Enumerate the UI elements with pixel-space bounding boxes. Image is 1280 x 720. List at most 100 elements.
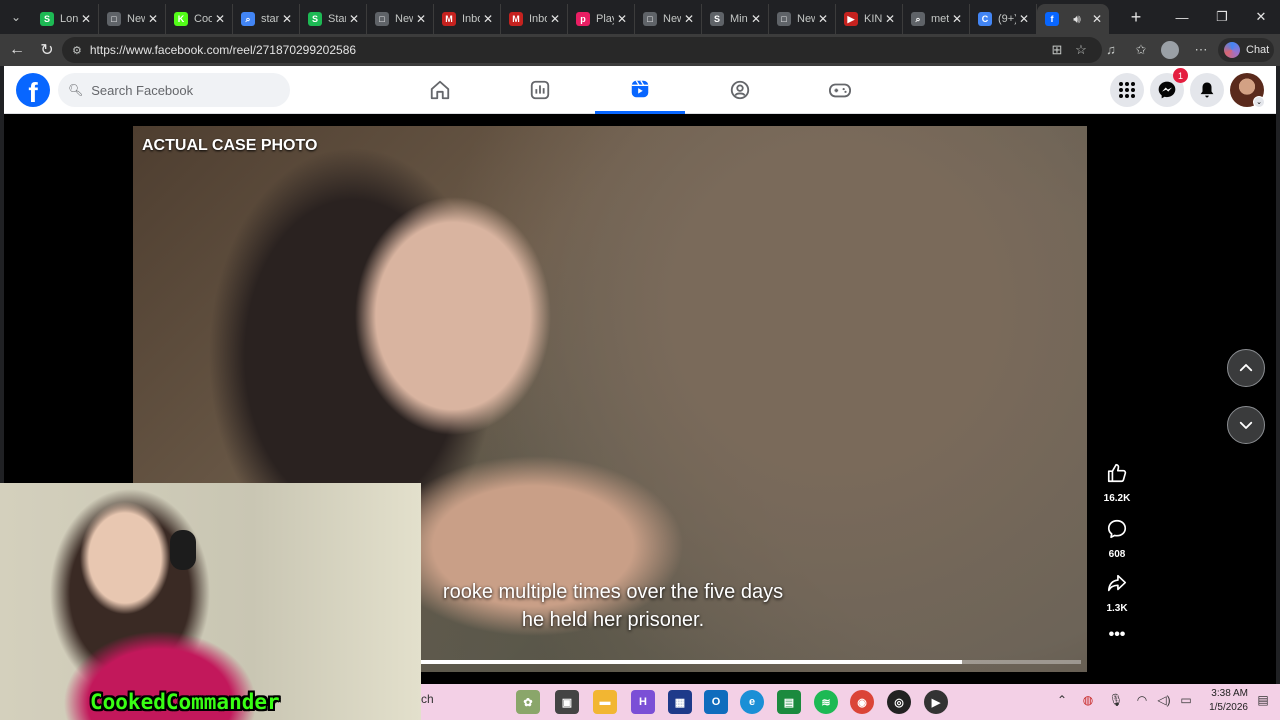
tab-close-icon[interactable]: ✕ [413, 12, 429, 26]
browser-tab[interactable]: f 🔊︎ ✕ [1037, 4, 1109, 34]
browser-tab[interactable]: ▶ KIN ✕ [836, 4, 903, 34]
browser-tab[interactable]: ⌕ met ✕ [903, 4, 970, 34]
tab-close-icon[interactable]: ✕ [480, 12, 496, 26]
back-button[interactable]: ← [2, 35, 32, 65]
browser-tab[interactable]: C (9+) ✕ [970, 4, 1037, 34]
tab-close-icon[interactable]: ✕ [212, 12, 228, 26]
tab-label: stan [261, 13, 279, 25]
file-explorer-icon[interactable]: ▬ [593, 690, 617, 714]
spotify-icon[interactable]: ≋ [814, 690, 838, 714]
previous-reel-button[interactable] [1227, 349, 1265, 387]
chrome-icon[interactable]: ◉ [850, 690, 874, 714]
battery-icon[interactable]: ▭ [1177, 693, 1195, 711]
like-button[interactable]: 16.2K [1096, 462, 1138, 504]
restore-button[interactable]: ❐ [1202, 0, 1242, 34]
video-progress-bar[interactable] [421, 660, 1081, 664]
store-icon[interactable]: ▦ [668, 690, 692, 714]
terminal-app-icon[interactable]: ▤ [777, 690, 801, 714]
tab-favicon-icon: C [978, 12, 992, 26]
browser-tab[interactable]: □ New✕ [99, 4, 166, 34]
messenger-icon [1158, 81, 1176, 99]
nav-reels[interactable] [595, 66, 685, 114]
browser-tab[interactable]: M Inbo✕ [501, 4, 568, 34]
taskbar-clock[interactable]: 3:38 AM 1/5/2026 [1200, 687, 1248, 715]
browser-profile-avatar[interactable] [1161, 41, 1179, 59]
nav-gaming[interactable] [795, 66, 885, 114]
notifications-button[interactable] [1190, 73, 1224, 107]
chat-label: Chat [1246, 44, 1270, 56]
tab-search-menu-icon[interactable]: ⌄ [0, 0, 32, 34]
read-aloud-icon[interactable]: ♫ [1102, 42, 1120, 60]
widgets-icon[interactable]: ✿ [516, 690, 540, 714]
nav-home[interactable] [395, 66, 485, 114]
tab-close-icon[interactable]: ✕ [279, 12, 295, 26]
share-button[interactable]: 1.3K [1096, 572, 1138, 614]
browser-tab[interactable]: □ New✕ [769, 4, 836, 34]
nav-dashboard[interactable] [495, 66, 585, 114]
media-player-icon[interactable]: ▶ [924, 690, 948, 714]
headset-shape [170, 530, 196, 570]
tab-close-icon[interactable]: ✕ [882, 12, 898, 26]
browser-tab[interactable]: S Lon ✕ [32, 4, 99, 34]
browser-tab[interactable]: M Inbo✕ [434, 4, 501, 34]
tab-close-icon[interactable]: ✕ [78, 12, 94, 26]
facebook-search-input[interactable]: 🔍︎ Search Facebook [58, 73, 290, 107]
tab-close-icon[interactable]: ✕ [547, 12, 563, 26]
video-subtitle: rooke multiple times over the five days … [403, 578, 823, 634]
tab-close-icon[interactable]: ✕ [681, 12, 697, 26]
browser-tab[interactable]: K Coo✕ [166, 4, 233, 34]
browser-tab[interactable]: S Min ✕ [702, 4, 769, 34]
hdr-app-icon[interactable]: H [631, 690, 655, 714]
tab-label: Inbo [529, 13, 547, 25]
tab-favicon-icon: f [1045, 12, 1059, 26]
edge-icon[interactable]: e [740, 690, 764, 714]
tab-close-icon[interactable]: ✕ [815, 12, 831, 26]
browser-tab[interactable]: p Play✕ [568, 4, 635, 34]
next-reel-button[interactable] [1227, 406, 1265, 444]
copilot-chat-button[interactable]: Chat [1218, 38, 1274, 62]
browser-tab[interactable]: □ New✕ [635, 4, 702, 34]
tab-close-icon[interactable]: ✕ [145, 12, 161, 26]
tab-close-icon[interactable]: ✕ [949, 12, 965, 26]
reload-button[interactable]: ↻ [32, 35, 62, 65]
tray-overflow-icon[interactable]: ⌃ [1053, 693, 1071, 711]
tab-favicon-icon: ⌕ [241, 12, 255, 26]
minimize-button[interactable]: — [1162, 0, 1202, 34]
tab-close-icon[interactable]: ✕ [1089, 12, 1105, 26]
close-window-button[interactable]: ✕ [1241, 0, 1280, 34]
video-progress-fill [421, 660, 963, 664]
tray-app-icon[interactable]: ◍ [1079, 693, 1097, 711]
taskbar-search-fragment[interactable]: ch [421, 692, 434, 706]
comment-button[interactable]: 608 [1096, 518, 1138, 560]
nav-groups[interactable] [695, 66, 785, 114]
tab-close-icon[interactable]: ✕ [1016, 12, 1032, 26]
browser-tab[interactable]: S Stan✕ [300, 4, 367, 34]
apps-icon[interactable]: ⊞ [1048, 42, 1066, 60]
tab-label: Inbo [462, 13, 480, 25]
outlook-icon[interactable]: O [704, 690, 728, 714]
tab-label: New [395, 13, 413, 25]
facebook-logo[interactable]: f [16, 73, 50, 107]
browser-tab[interactable]: □ New✕ [367, 4, 434, 34]
site-info-icon[interactable]: ⚙ [72, 44, 82, 57]
wifi-icon[interactable]: ◠ [1133, 693, 1151, 711]
more-options-icon[interactable]: ••• [1096, 626, 1138, 644]
account-chevron-icon[interactable]: ⌄ [1253, 96, 1265, 108]
chevron-down-icon [1239, 421, 1253, 429]
tab-audio-icon[interactable]: 🔊︎ [1069, 12, 1085, 27]
notification-center-icon[interactable]: ▤ [1254, 693, 1272, 711]
menu-button[interactable] [1110, 73, 1144, 107]
tab-close-icon[interactable]: ✕ [614, 12, 630, 26]
task-view-icon[interactable]: ▣ [555, 690, 579, 714]
browser-tab[interactable]: ⌕ stan✕ [233, 4, 300, 34]
volume-icon[interactable]: ◁) [1155, 693, 1173, 711]
bookmark-star-icon[interactable]: ☆ [1072, 42, 1090, 60]
microphone-icon[interactable]: 🎙︎ [1107, 693, 1125, 711]
tab-close-icon[interactable]: ✕ [748, 12, 764, 26]
favorites-icon[interactable]: ✩ [1132, 42, 1150, 60]
tab-close-icon[interactable]: ✕ [346, 12, 362, 26]
new-tab-button[interactable]: + [1121, 7, 1151, 28]
more-menu-icon[interactable]: ⋯ [1192, 42, 1210, 60]
address-bar[interactable]: ⚙ https://www.facebook.com/reel/27187029… [62, 37, 1102, 63]
obs-icon[interactable]: ◎ [887, 690, 911, 714]
